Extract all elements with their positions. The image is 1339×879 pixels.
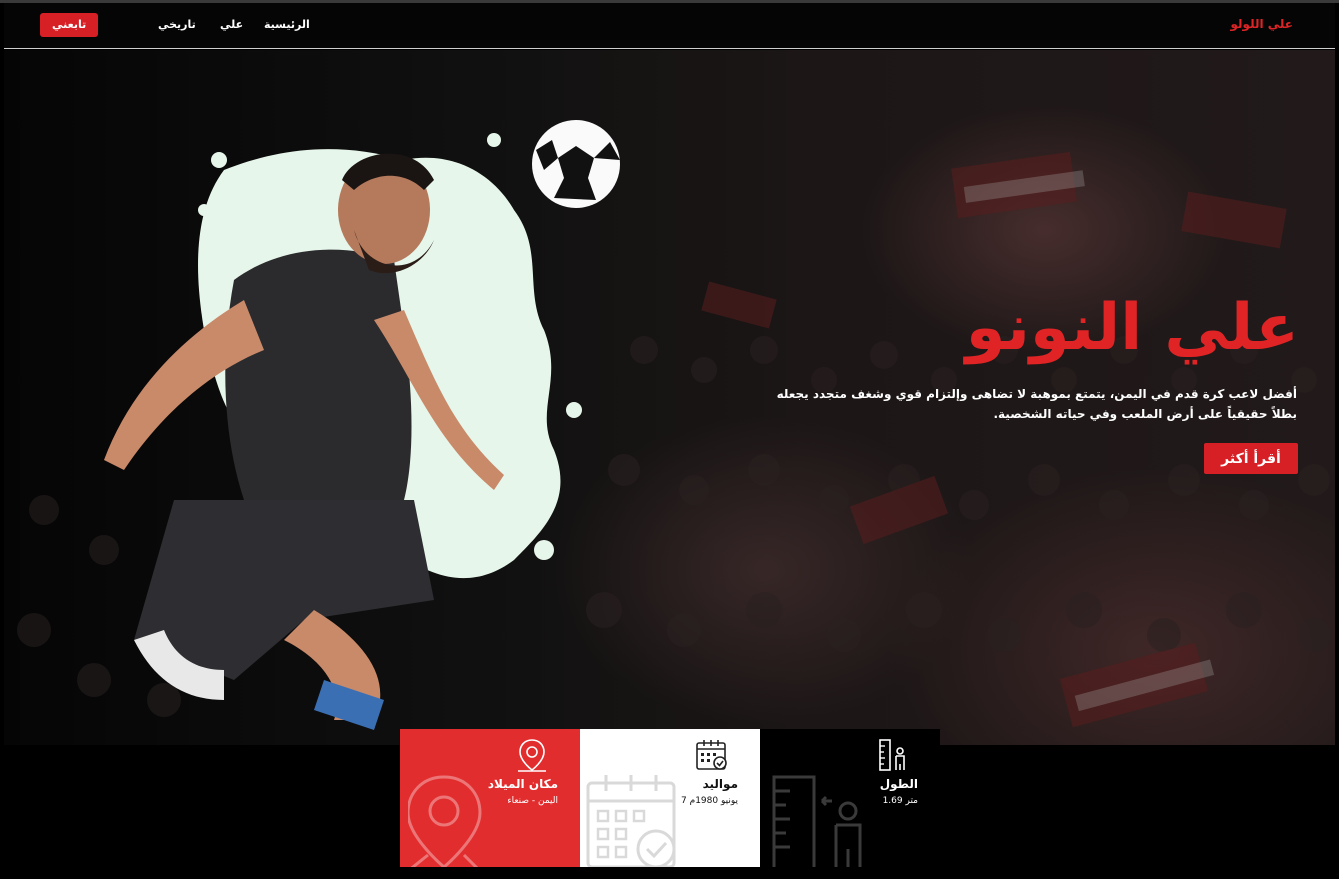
place-label: مكان الميلاد xyxy=(487,777,558,791)
height-card: الطول 1.69 متر xyxy=(760,729,940,867)
hero-section: علي النونو أفضل لاعب كرة قدم في اليمن، ي… xyxy=(4,50,1335,745)
height-value: 1.69 متر xyxy=(882,796,918,806)
nav-link-ali[interactable]: علي xyxy=(220,13,243,37)
birth-date-card: مواليد 7 يونيو 1980م xyxy=(580,729,760,867)
birth-place-card: مكان الميلاد اليمن - صنعاء xyxy=(400,729,580,867)
birth-label: مواليد xyxy=(702,777,738,791)
calendar-icon xyxy=(696,740,727,770)
height-ruler-background-icon xyxy=(772,775,862,867)
place-value: اليمن - صنعاء xyxy=(507,796,558,806)
hero-description: أفضل لاعب كرة قدم في اليمن، يتمتع بموهبة… xyxy=(776,387,1297,421)
info-cards: الطول 1.69 متر مواليد 7 يونيو 1980م مكان… xyxy=(400,729,940,867)
player-illustration xyxy=(104,120,620,730)
location-pin-icon xyxy=(518,739,546,772)
nav-link-home[interactable]: الرئيسية xyxy=(264,13,310,37)
nav-links: تابعني تاريخي علي الرئيسية xyxy=(40,13,310,39)
brand-logo-link[interactable]: علي اللولو xyxy=(1231,17,1293,31)
hero-title: علي النونو xyxy=(965,291,1299,365)
height-ruler-icon xyxy=(879,739,905,771)
read-more-button[interactable]: أقرأ أكثر xyxy=(1204,443,1298,474)
nav-link-history[interactable]: تاريخي xyxy=(158,13,196,37)
calendar-background-icon xyxy=(586,775,676,867)
height-label: الطول xyxy=(879,777,918,791)
top-navbar: علي اللولو تابعني تاريخي علي الرئيسية xyxy=(4,3,1335,49)
birth-value: 7 يونيو 1980م xyxy=(681,796,738,806)
follow-button[interactable]: تابعني xyxy=(40,13,99,37)
